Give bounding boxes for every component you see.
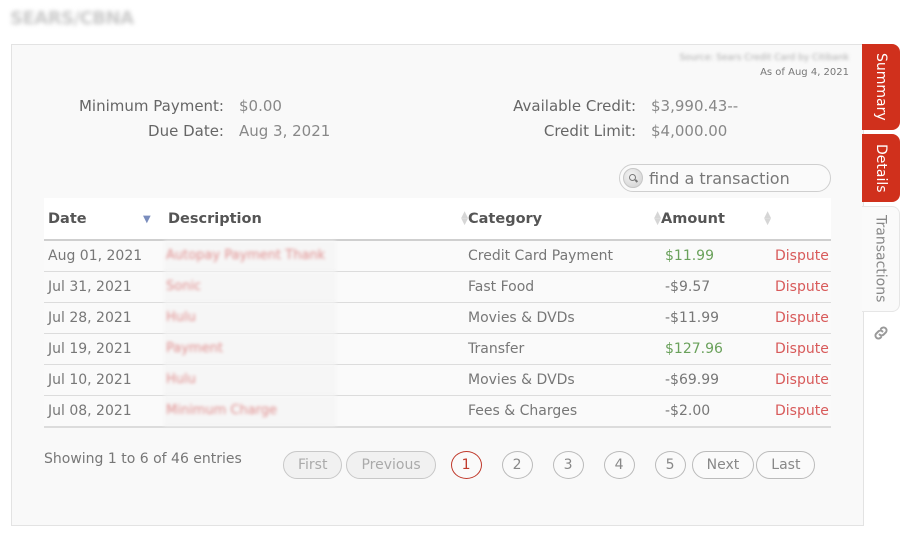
transaction-amount: $127.96 [651, 333, 769, 365]
transaction-date: Jul 08, 2021 [44, 395, 164, 428]
due-date-label: Due Date: [148, 121, 224, 140]
transaction-date: Jul 10, 2021 [44, 364, 164, 396]
column-header-actions [769, 198, 831, 241]
first-page-button[interactable]: First [283, 451, 343, 479]
next-page-button[interactable]: Next [691, 451, 755, 479]
search-icon[interactable] [623, 168, 643, 188]
table-row: Jul 08, 2021 Minimum Charge Fees & Charg… [44, 395, 831, 428]
transaction-category: Movies & DVDs [454, 364, 651, 396]
transaction-search[interactable] [619, 164, 831, 192]
page-1-button[interactable]: 1 [450, 451, 482, 479]
available-credit-row: Available Credit: $3,990.43-- [452, 93, 812, 118]
transaction-description: Payment [164, 333, 454, 365]
table-row: Jul 19, 2021 Payment Transfer $127.96 Di… [44, 333, 831, 365]
dispute-link[interactable]: Dispute [775, 310, 829, 326]
available-credit-label: Available Credit: [513, 96, 636, 115]
transaction-amount: $11.99 [651, 240, 769, 272]
column-header-description[interactable]: Description ▲ ▼ [164, 198, 468, 241]
transaction-date: Jul 31, 2021 [44, 271, 164, 303]
page-2-button[interactable]: 2 [501, 451, 533, 479]
transaction-description: Hulu [164, 302, 454, 334]
payment-summary: Minimum Payment: $0.00 Due Date: Aug 3, … [12, 93, 342, 143]
description-text: Sonic [164, 272, 336, 302]
tab-transactions[interactable]: Transactions [862, 206, 900, 312]
table-row: Jul 28, 2021 Hulu Movies & DVDs -$11.99 … [44, 302, 831, 334]
dispute-link[interactable]: Dispute [775, 403, 829, 419]
page-3-button[interactable]: 3 [552, 451, 584, 479]
pagination: First Previous 1 2 3 4 5 Next Last [283, 451, 819, 479]
as-of-date: As of Aug 4, 2021 [760, 67, 849, 78]
previous-page-button[interactable]: Previous [346, 451, 436, 479]
due-date-value: Aug 3, 2021 [239, 121, 331, 140]
transaction-description: Minimum Charge [164, 395, 454, 428]
description-text: Payment [164, 334, 336, 364]
dispute-link[interactable]: Dispute [775, 341, 829, 357]
credit-limit-row: Credit Limit: $4,000.00 [452, 118, 812, 143]
table-row: Jul 10, 2021 Hulu Movies & DVDs -$69.99 … [44, 364, 831, 396]
transaction-description: Autopay Payment Thank [164, 240, 454, 272]
entries-info: Showing 1 to 6 of 46 entries [44, 451, 242, 467]
transaction-description: Hulu [164, 364, 454, 396]
dispute-link[interactable]: Dispute [775, 279, 829, 295]
transaction-amount: -$69.99 [651, 364, 769, 396]
table-row: Aug 01, 2021 Autopay Payment Thank Credi… [44, 240, 831, 272]
link-icon[interactable] [872, 324, 890, 342]
dispute-link[interactable]: Dispute [775, 248, 829, 264]
tab-summary[interactable]: Summary [862, 44, 900, 130]
side-tabs: Summary Details Transactions [862, 44, 900, 342]
transactions-body: Aug 01, 2021 Autopay Payment Thank Credi… [44, 240, 831, 428]
last-page-button[interactable]: Last [756, 451, 816, 479]
minimum-payment-row: Minimum Payment: $0.00 [12, 93, 342, 118]
transaction-date: Aug 01, 2021 [44, 240, 164, 272]
description-text: Autopay Payment Thank [164, 241, 336, 271]
transaction-date: Jul 19, 2021 [44, 333, 164, 365]
transactions-table-wrapper: Date ▼ Description ▲ ▼ Category ▲ ▼ Amount… [44, 198, 831, 428]
transaction-category: Credit Card Payment [454, 240, 651, 272]
tab-details[interactable]: Details [862, 134, 900, 202]
transaction-amount: -$11.99 [651, 302, 769, 334]
transaction-amount: -$9.57 [651, 271, 769, 303]
transactions-table: Date ▼ Description ▲ ▼ Category ▲ ▼ Amount… [44, 198, 831, 428]
transaction-description: Sonic [164, 271, 454, 303]
column-header-amount[interactable]: Amount ▲ ▼ [651, 198, 771, 241]
transaction-category: Fees & Charges [454, 395, 651, 428]
page-4-button[interactable]: 4 [603, 451, 635, 479]
sort-desc-icon: ▼ [143, 214, 151, 225]
credit-limit-value: $4,000.00 [651, 121, 728, 140]
transactions-panel: Source: Sears Credit Card by Citibank As… [11, 44, 864, 526]
transaction-amount: -$2.00 [651, 395, 769, 428]
transaction-category: Movies & DVDs [454, 302, 651, 334]
minimum-payment-label: Minimum Payment: [78, 96, 224, 115]
due-date-row: Due Date: Aug 3, 2021 [12, 118, 342, 143]
dispute-link[interactable]: Dispute [775, 372, 829, 388]
credit-summary: Available Credit: $3,990.43-- Credit Lim… [452, 93, 812, 143]
description-text: Hulu [164, 365, 336, 395]
transaction-category: Transfer [454, 333, 651, 365]
available-credit-value: $3,990.43-- [651, 96, 739, 115]
description-text: Minimum Charge [164, 396, 336, 426]
transaction-date: Jul 28, 2021 [44, 302, 164, 334]
table-header-row: Date ▼ Description ▲ ▼ Category ▲ ▼ Amount… [44, 198, 831, 241]
description-text: Hulu [164, 303, 336, 333]
column-header-category[interactable]: Category ▲ ▼ [454, 198, 661, 241]
minimum-payment-value: $0.00 [239, 96, 282, 115]
page-5-button[interactable]: 5 [654, 451, 686, 479]
transaction-category: Fast Food [454, 271, 651, 303]
credit-limit-label: Credit Limit: [543, 121, 636, 140]
column-header-date[interactable]: Date ▼ [44, 198, 164, 241]
account-title: SEARS/CBNA [10, 8, 134, 29]
source-text: Source: Sears Credit Card by Citibank [679, 53, 849, 63]
search-input[interactable] [649, 168, 829, 188]
table-row: Jul 31, 2021 Sonic Fast Food -$9.57 Disp… [44, 271, 831, 303]
